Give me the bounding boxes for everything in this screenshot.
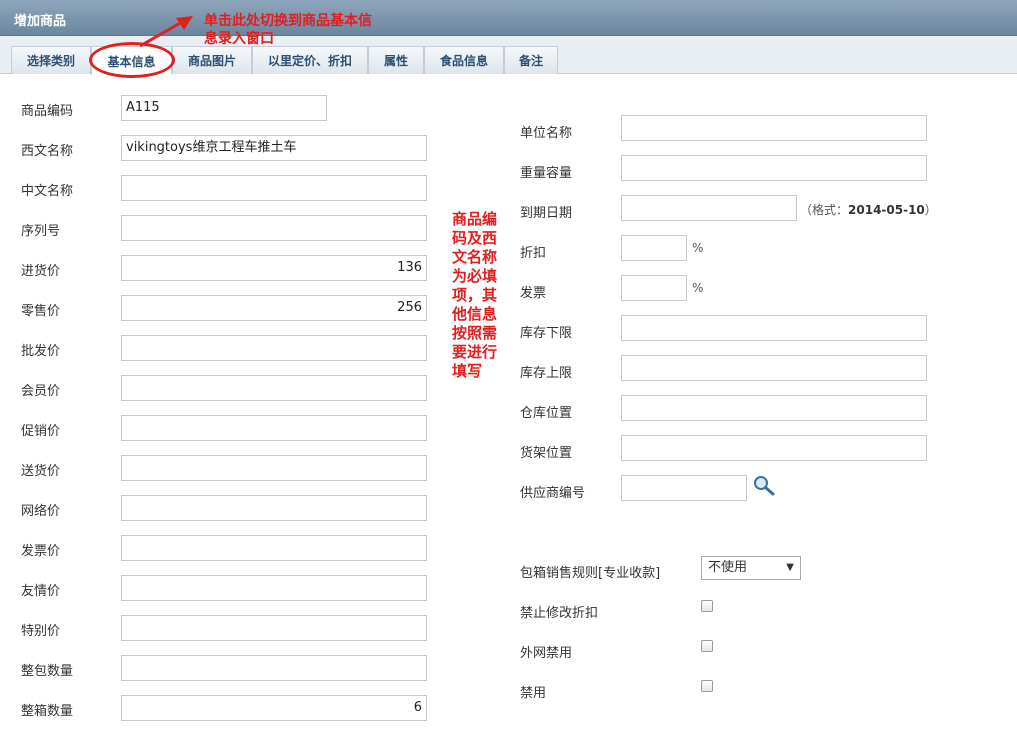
- checkbox-no-discount-edit[interactable]: [701, 600, 713, 612]
- annotation-top-line1: 单击此处切换到商品基本信: [204, 13, 372, 29]
- label-online-price: 网络价: [21, 504, 61, 519]
- annotation-circle: [89, 42, 175, 78]
- window-titlebar: 增加商品: [0, 0, 1017, 36]
- input-expiry-date[interactable]: [621, 195, 797, 221]
- label-disabled: 禁用: [520, 686, 547, 701]
- label-expiry-date: 到期日期: [520, 206, 573, 221]
- label-product-code: 商品编码: [21, 104, 74, 119]
- input-supplier-id[interactable]: [621, 475, 747, 501]
- box-sales-rule-selected: 不使用: [708, 560, 748, 575]
- tab-attributes[interactable]: 属性: [368, 46, 424, 74]
- search-icon[interactable]: [752, 475, 776, 497]
- chevron-down-icon: ▼: [786, 562, 794, 573]
- label-supplier-id: 供应商编号: [520, 486, 586, 501]
- invoice-percent-unit: %: [692, 281, 704, 295]
- input-invoice[interactable]: [621, 275, 687, 301]
- label-box-quantity: 整箱数量: [21, 704, 74, 719]
- input-delivery-price[interactable]: [121, 455, 427, 481]
- label-warehouse-location: 仓库位置: [520, 406, 573, 421]
- input-wholesale-price[interactable]: [121, 335, 427, 361]
- label-discount: 折扣: [520, 246, 547, 261]
- input-warehouse-location[interactable]: [621, 395, 927, 421]
- input-stock-min[interactable]: [621, 315, 927, 341]
- annotation-middle-text: 商品编码及西文名称为必填项，其他信息按照需要进行填写: [452, 210, 498, 380]
- label-member-price: 会员价: [21, 384, 61, 399]
- input-product-code[interactable]: A115: [121, 95, 327, 121]
- label-purchase-price: 进货价: [21, 264, 61, 279]
- label-box-sales-rule: 包箱销售规则[专业收款]: [520, 566, 661, 581]
- input-chinese-name[interactable]: [121, 175, 427, 201]
- input-stock-max[interactable]: [621, 355, 927, 381]
- tab-notes[interactable]: 备注: [504, 46, 558, 74]
- hint-format: 2014-05-10: [848, 203, 925, 217]
- input-friend-price[interactable]: [121, 575, 427, 601]
- expiry-format-hint: （格式：2014-05-10）: [800, 201, 937, 218]
- label-chinese-name: 中文名称: [21, 184, 74, 199]
- input-shelf-location[interactable]: [621, 435, 927, 461]
- box-sales-rule-select[interactable]: 不使用 ▼: [701, 556, 801, 580]
- input-member-price[interactable]: [121, 375, 427, 401]
- label-invoice: 发票: [520, 286, 547, 301]
- label-external-disabled: 外网禁用: [520, 646, 573, 661]
- input-weight-capacity[interactable]: [621, 155, 927, 181]
- discount-percent-unit: %: [692, 241, 704, 255]
- hint-prefix: （格式：: [800, 203, 849, 217]
- label-stock-min: 库存下限: [520, 326, 573, 341]
- input-unit-name[interactable]: [621, 115, 927, 141]
- label-friend-price: 友情价: [21, 584, 61, 599]
- input-promo-price[interactable]: [121, 415, 427, 441]
- label-serial-number: 序列号: [21, 224, 61, 239]
- annotation-top-text: 单击此处切换到商品基本信 息录入窗口: [204, 12, 426, 48]
- checkbox-disabled[interactable]: [701, 680, 713, 692]
- input-online-price[interactable]: [121, 495, 427, 521]
- input-pack-quantity[interactable]: [121, 655, 427, 681]
- label-unit-name: 单位名称: [520, 126, 573, 141]
- label-pack-quantity: 整包数量: [21, 664, 74, 679]
- checkbox-external-disabled[interactable]: [701, 640, 713, 652]
- input-serial-number[interactable]: [121, 215, 427, 241]
- input-purchase-price[interactable]: 136: [121, 255, 427, 281]
- label-invoice-price: 发票价: [21, 544, 61, 559]
- annotation-top-line2: 息录入窗口: [204, 31, 274, 47]
- input-box-quantity[interactable]: 6: [121, 695, 427, 721]
- label-no-discount-edit: 禁止修改折扣: [520, 606, 599, 621]
- input-invoice-price[interactable]: [121, 535, 427, 561]
- label-special-price: 特别价: [21, 624, 61, 639]
- label-promo-price: 促销价: [21, 424, 61, 439]
- tab-product-images[interactable]: 商品图片: [172, 46, 252, 74]
- tab-food-info[interactable]: 食品信息: [424, 46, 504, 74]
- input-discount[interactable]: [621, 235, 687, 261]
- hint-suffix: ）: [924, 203, 937, 217]
- input-retail-price[interactable]: 256: [121, 295, 427, 321]
- input-special-price[interactable]: [121, 615, 427, 641]
- label-wholesale-price: 批发价: [21, 344, 61, 359]
- label-western-name: 西文名称: [21, 144, 74, 159]
- label-stock-max: 库存上限: [520, 366, 573, 381]
- window-title: 增加商品: [14, 14, 67, 29]
- tab-select-category[interactable]: 选择类别: [11, 46, 91, 74]
- tab-pricing-discount[interactable]: 以里定价、折扣: [252, 46, 368, 74]
- input-western-name[interactable]: vikingtoys维京工程车推土车: [121, 135, 427, 161]
- label-shelf-location: 货架位置: [520, 446, 573, 461]
- label-delivery-price: 送货价: [21, 464, 61, 479]
- label-weight-capacity: 重量容量: [520, 166, 573, 181]
- label-retail-price: 零售价: [21, 304, 61, 319]
